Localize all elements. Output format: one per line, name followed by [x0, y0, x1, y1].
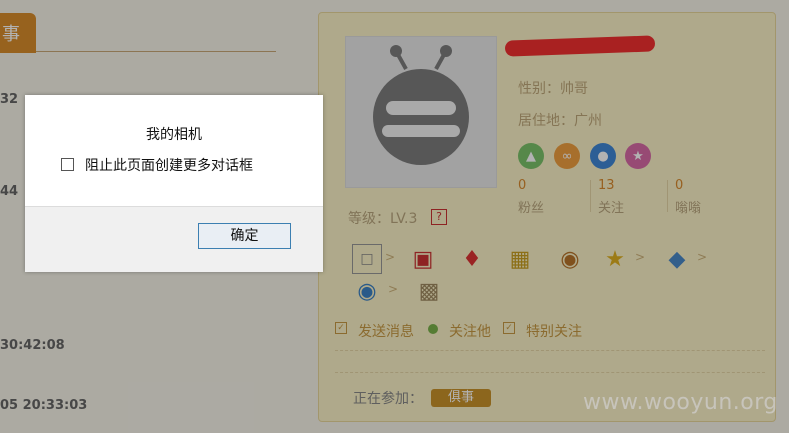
- prevent-dialogs-checkbox[interactable]: [61, 158, 74, 171]
- ok-button[interactable]: 确定: [198, 223, 291, 249]
- page: 事 32 44 30:42:08 05 20:33:03 性别：帅哥 居住地：广…: [0, 0, 789, 433]
- watermark: www.wooyun.org: [583, 390, 778, 415]
- alert-dialog: 我的相机 阻止此页面创建更多对话框 确定: [25, 95, 323, 272]
- dialog-message: 我的相机: [146, 127, 202, 143]
- prevent-dialogs-label[interactable]: 阻止此页面创建更多对话框: [85, 155, 253, 175]
